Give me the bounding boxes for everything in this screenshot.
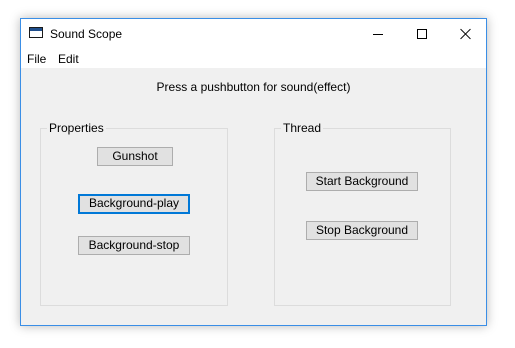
close-button[interactable] xyxy=(444,19,488,49)
start-background-button[interactable]: Start Background xyxy=(306,172,418,191)
maximize-button[interactable] xyxy=(400,19,444,49)
background-play-button[interactable]: Background-play xyxy=(78,194,190,214)
menu-file[interactable]: File xyxy=(27,52,46,66)
menu-bar: File Edit xyxy=(21,49,486,68)
window-title: Sound Scope xyxy=(50,27,123,41)
thread-group-label: Thread xyxy=(281,121,324,135)
sound-scope-window: Sound Scope File Edit Press a pushbutton… xyxy=(20,18,487,326)
thread-group: Thread xyxy=(274,121,451,306)
stop-background-button[interactable]: Stop Background xyxy=(306,221,418,240)
menu-edit[interactable]: Edit xyxy=(58,52,79,66)
close-icon xyxy=(460,28,472,40)
instruction-label: Press a pushbutton for sound(effect) xyxy=(156,80,351,94)
title-bar[interactable]: Sound Scope xyxy=(21,19,486,49)
minimize-button[interactable] xyxy=(356,19,400,49)
gunshot-button[interactable]: Gunshot xyxy=(97,147,173,166)
background-stop-button[interactable]: Background-stop xyxy=(78,236,190,255)
maximize-icon xyxy=(417,29,427,39)
app-window-icon xyxy=(29,27,43,38)
properties-group-label: Properties xyxy=(47,121,106,135)
minimize-icon xyxy=(373,34,383,35)
